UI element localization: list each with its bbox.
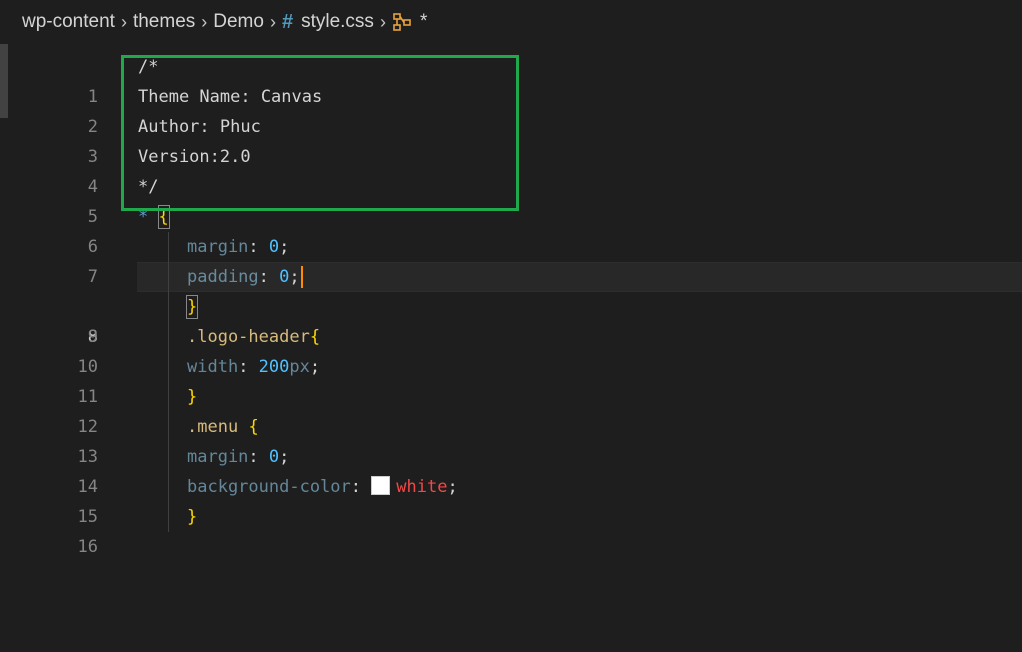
code-text: width: 200px; (187, 357, 321, 377)
code-text: } (185, 295, 199, 319)
code-line: 15 background-color: white; (0, 472, 1022, 527)
breadcrumb-demo[interactable]: Demo (213, 11, 264, 33)
code-text: background-color: white; (187, 476, 458, 497)
code-text: padding: 0; (187, 262, 303, 292)
code-text: Version:2.0 (138, 147, 251, 167)
code-text: /* (138, 57, 159, 77)
code-line: 11 width: 200px; (0, 352, 1022, 407)
code-text: .menu { (187, 417, 259, 437)
code-text: margin: 0; (187, 237, 290, 257)
code-text: .logo-header{ (187, 327, 321, 347)
code-line: 3 Author: Phuc (0, 112, 1022, 167)
css-selector-symbol-icon[interactable] (392, 12, 412, 32)
breadcrumb-wp-content[interactable]: wp-content (22, 11, 115, 33)
breadcrumb: wp-content › themes › Demo › # style.css… (0, 0, 1022, 44)
code-text: Theme Name: Canvas (138, 87, 323, 107)
code-line: 7 margin: 0; (0, 232, 1022, 287)
chevron-right-icon: › (379, 11, 386, 32)
breadcrumb-style-css[interactable]: style.css (301, 11, 374, 33)
color-swatch[interactable] (371, 476, 391, 495)
code-line: 13 .menu { (0, 412, 1022, 467)
code-line: 9 } (0, 292, 1022, 347)
code-line: 5 */ (0, 172, 1022, 227)
code-line: 16 } (0, 502, 1022, 557)
chevron-right-icon: › (120, 11, 127, 32)
code-text: * { (138, 205, 170, 229)
breadcrumb-universal-selector[interactable]: * (420, 11, 427, 33)
code-line: 10 .logo-header{ (0, 322, 1022, 377)
code-line: 4 Version:2.0 (0, 142, 1022, 197)
code-text: } (187, 507, 198, 527)
code-line: 2 Theme Name: Canvas (0, 82, 1022, 137)
code-text: Author: Phuc (138, 117, 261, 137)
code-line: 6 * { (0, 202, 1022, 257)
code-line: 1 /* (0, 52, 1022, 107)
breadcrumb-themes[interactable]: themes (133, 11, 195, 33)
chevron-right-icon: › (269, 11, 276, 32)
code-line-current: 8 padding: 0; (0, 262, 1022, 347)
text-cursor (300, 266, 303, 288)
chevron-right-icon: › (201, 11, 208, 32)
code-editor[interactable]: 1 /* 2 Theme Name: Canvas 3 Author: Phuc… (0, 44, 1022, 558)
code-text: margin: 0; (187, 447, 290, 467)
code-text: */ (138, 177, 159, 197)
code-line: 14 margin: 0; (0, 442, 1022, 497)
code-text: } (187, 387, 198, 407)
css-file-icon: # (281, 10, 294, 33)
code-line: 12 } (0, 382, 1022, 437)
